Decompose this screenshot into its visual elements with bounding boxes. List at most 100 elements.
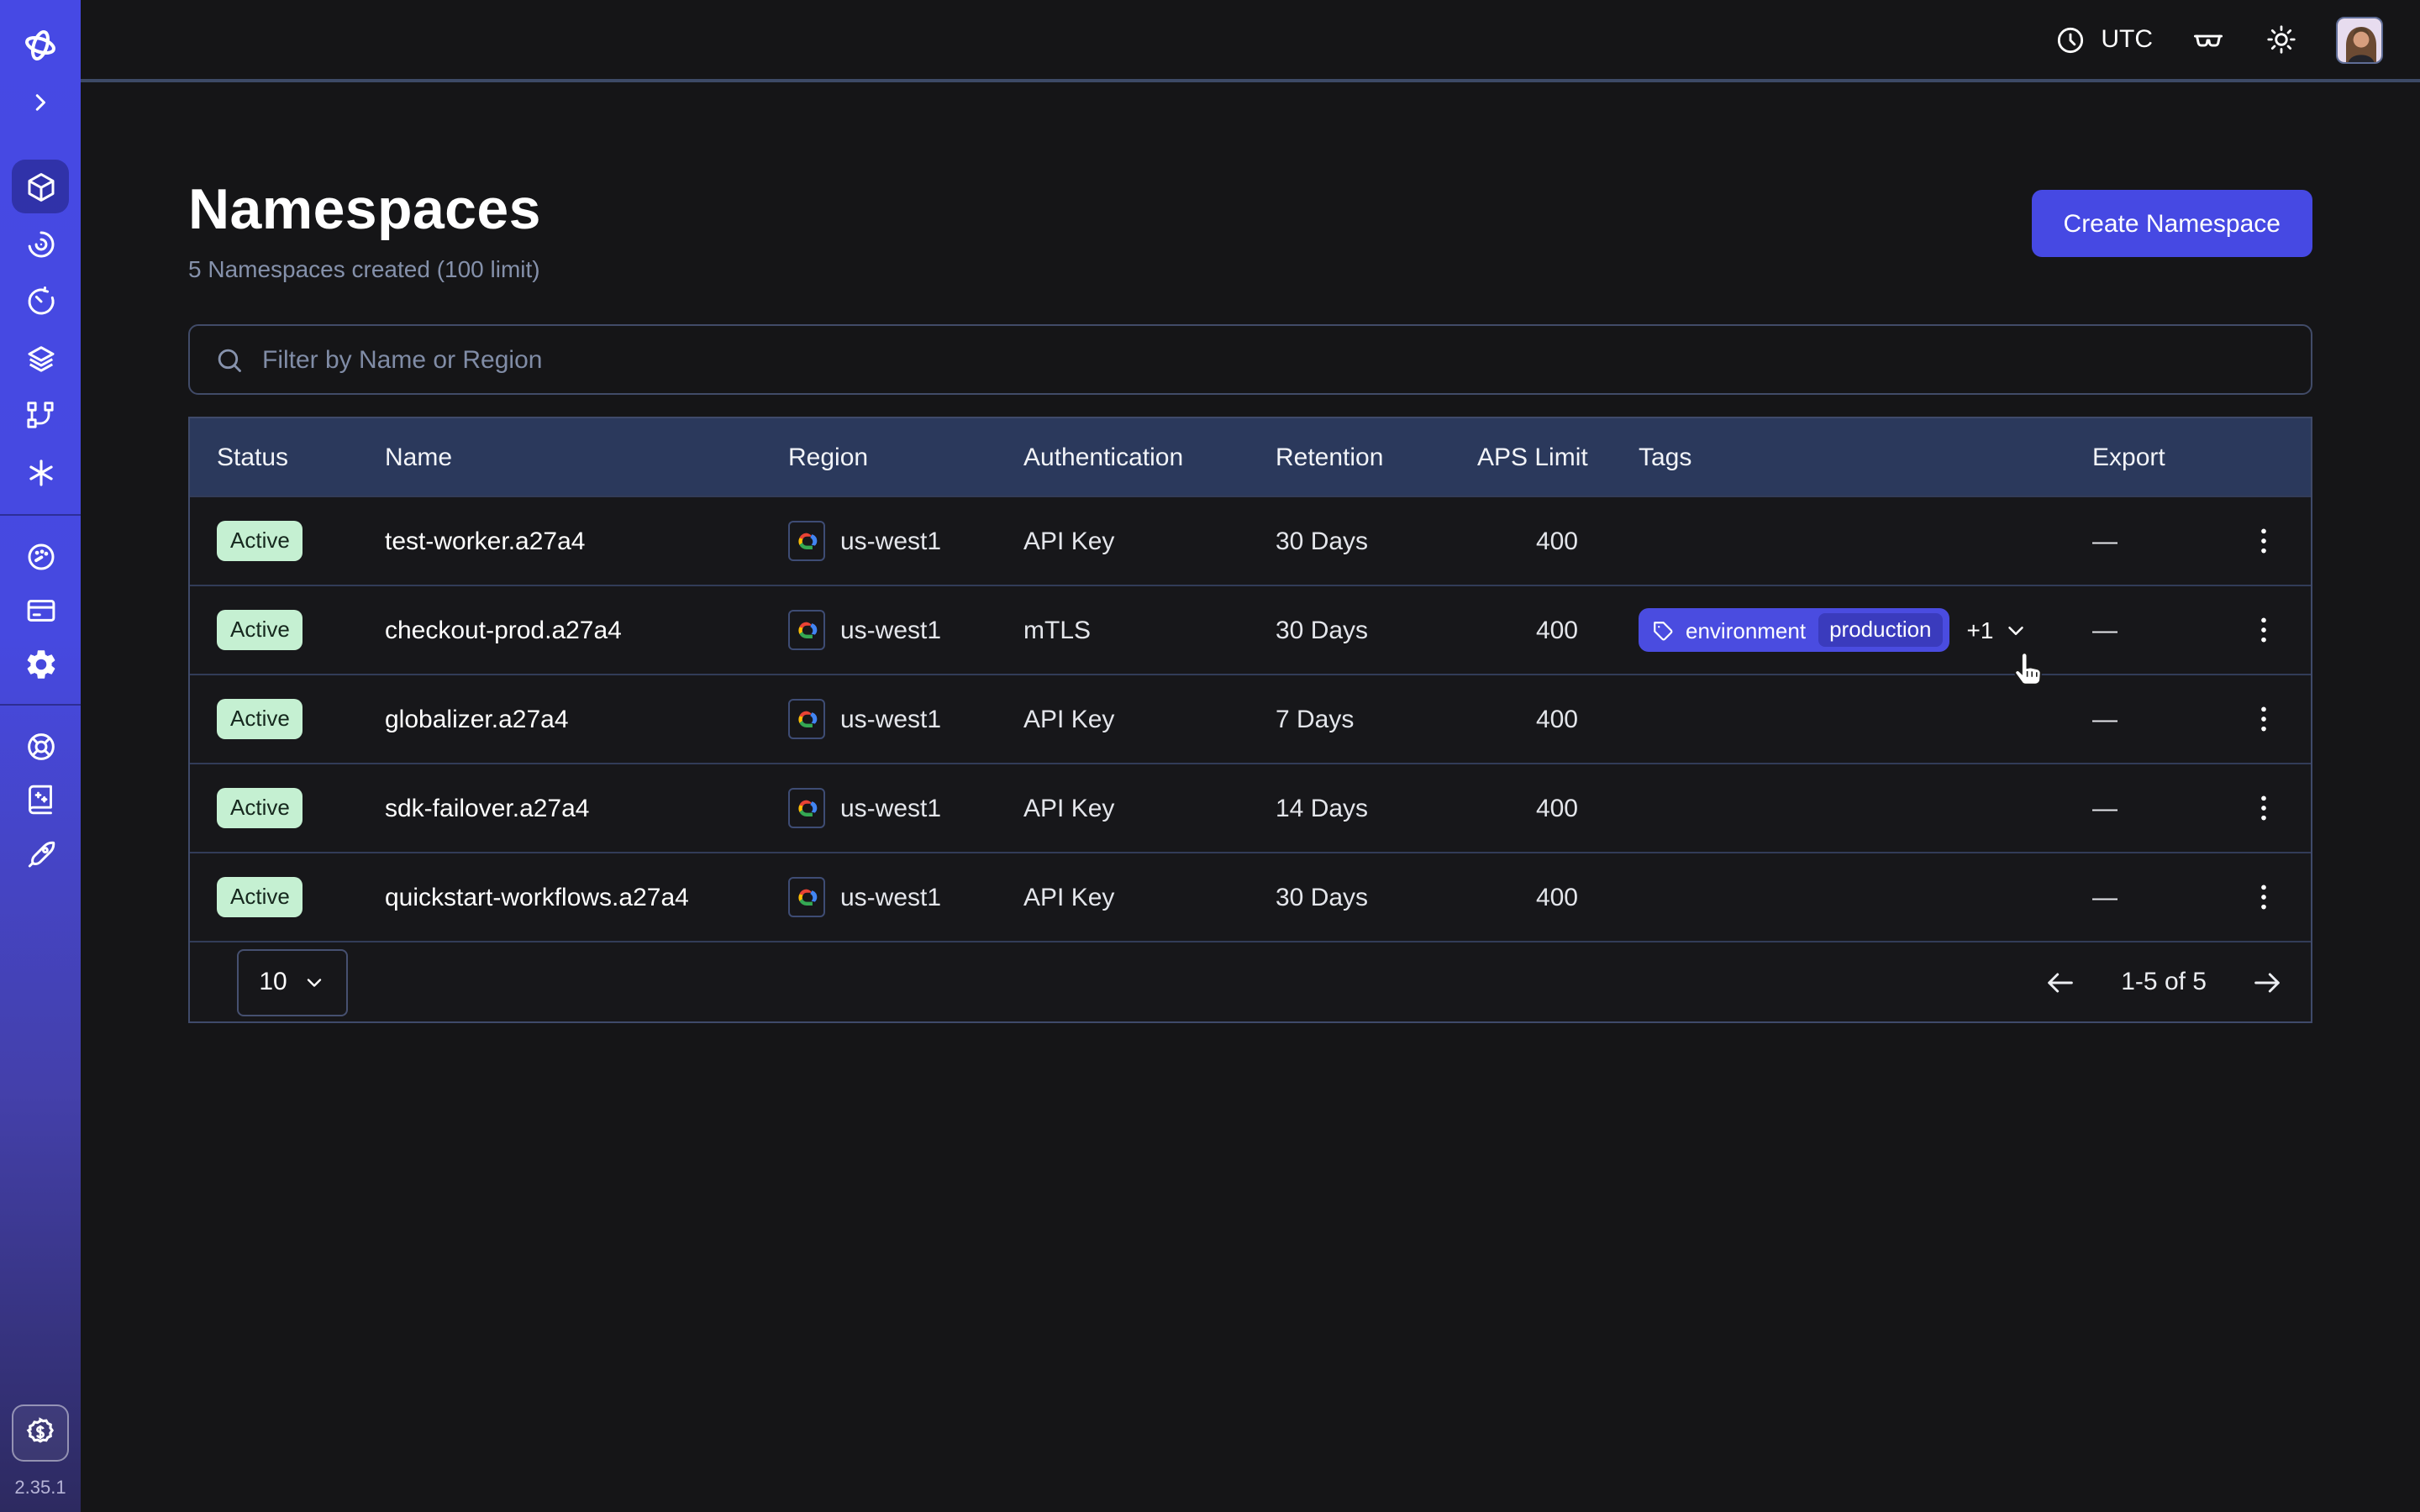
tag-chip[interactable]: environment production (1639, 608, 1950, 652)
col-region: Region (761, 443, 997, 471)
dollar-badge-icon (22, 1415, 59, 1452)
row-menu-button[interactable] (2244, 785, 2284, 832)
branch-icon (24, 398, 57, 432)
row-menu-button[interactable] (2244, 696, 2284, 743)
auth-value: API Key (997, 883, 1249, 911)
chevron-down-icon (2003, 617, 2028, 643)
col-tags: Tags (1612, 443, 2065, 471)
export-value: — (2065, 794, 2217, 822)
create-namespace-button[interactable]: Create Namespace (2032, 190, 2312, 257)
spiral-icon (23, 226, 58, 261)
gcp-icon (788, 521, 825, 561)
sidebar-item-getting-started[interactable] (0, 827, 81, 880)
labs-glasses-button[interactable] (2190, 21, 2227, 58)
sun-icon (2264, 22, 2299, 57)
gear-icon (23, 646, 58, 681)
life-ring-icon (23, 728, 58, 764)
page-size-select[interactable]: 10 (237, 948, 348, 1016)
page-range-label: 1-5 of 5 (2121, 968, 2207, 996)
temporal-logo[interactable] (0, 17, 81, 74)
glasses-icon (2190, 21, 2227, 58)
temporal-logo-icon (20, 25, 60, 66)
kebab-icon (2250, 880, 2277, 914)
tags-cell: environment production +1 (1612, 608, 2065, 652)
timer-icon (23, 283, 58, 318)
arrow-left-icon (2044, 965, 2077, 999)
row-menu-button[interactable] (2244, 606, 2284, 654)
cube-icon (23, 169, 58, 204)
export-value: — (2065, 705, 2217, 733)
auth-value: API Key (997, 527, 1249, 555)
status-badge: Active (217, 610, 303, 650)
namespace-link[interactable]: checkout-prod.a27a4 (385, 616, 622, 644)
region-label: us-west1 (840, 527, 941, 555)
search-icon (213, 344, 245, 375)
region-label: us-west1 (840, 705, 941, 733)
auth-value: API Key (997, 794, 1249, 822)
sidebar-item-nexus[interactable] (0, 386, 81, 444)
table-row: Active checkout-prod.a27a4 us-west1 mTLS… (190, 585, 2311, 674)
sidebar-item-billing[interactable] (0, 583, 81, 637)
arrow-right-icon (2250, 965, 2284, 999)
sidebar-item-monitoring[interactable] (0, 215, 81, 272)
auth-value: API Key (997, 705, 1249, 733)
next-page-button[interactable] (2250, 965, 2284, 999)
namespace-link[interactable]: test-worker.a27a4 (385, 527, 585, 555)
gcp-icon (788, 788, 825, 828)
theme-toggle-button[interactable] (2264, 22, 2299, 57)
pricing-button[interactable] (12, 1404, 69, 1462)
sidebar-item-settings[interactable] (0, 637, 81, 690)
gcp-icon (788, 877, 825, 917)
filter-input[interactable] (262, 345, 2287, 374)
region-label: us-west1 (840, 616, 941, 644)
region-label: us-west1 (840, 794, 941, 822)
row-menu-button[interactable] (2244, 874, 2284, 921)
kebab-icon (2250, 702, 2277, 736)
row-menu-button[interactable] (2244, 517, 2284, 564)
col-name: Name (358, 443, 761, 471)
namespace-link[interactable]: quickstart-workflows.a27a4 (385, 883, 689, 911)
sidebar-item-integrations[interactable] (0, 444, 81, 501)
timezone-selector[interactable]: UTC (2054, 23, 2153, 56)
export-value: — (2065, 883, 2217, 911)
col-export: Export (2065, 443, 2217, 471)
aps-value: 400 (1450, 705, 1612, 733)
tag-key: environment (1686, 617, 1806, 643)
kebab-icon (2250, 613, 2277, 647)
status-badge: Active (217, 877, 303, 917)
user-avatar[interactable] (2336, 16, 2383, 63)
collapse-sidebar-button[interactable] (0, 74, 81, 131)
namespace-link[interactable]: globalizer.a27a4 (385, 705, 569, 733)
sidebar-divider (0, 704, 81, 706)
prev-page-button[interactable] (2044, 965, 2077, 999)
gcp-icon (788, 610, 825, 650)
rocket-icon (23, 836, 58, 871)
sidebar-divider (0, 514, 81, 516)
col-status: Status (190, 443, 358, 471)
gauge-icon (23, 538, 58, 574)
retention-value: 14 Days (1249, 794, 1450, 822)
table-footer: 10 1-5 of 5 (190, 941, 2311, 1021)
sidebar-item-support[interactable] (0, 719, 81, 773)
app-root: 2.35.1 UTC (0, 0, 2420, 1512)
sidebar-item-docs[interactable] (0, 773, 81, 827)
table-row: Active test-worker.a27a4 us-west1 API Ke… (190, 496, 2311, 585)
sidebar-item-usage[interactable] (0, 529, 81, 583)
more-tags-toggle[interactable]: +1 (1967, 617, 2029, 643)
sidebar-item-schedules[interactable] (0, 272, 81, 329)
export-value: — (2065, 616, 2217, 644)
export-value: — (2065, 527, 2217, 555)
namespace-link[interactable]: sdk-failover.a27a4 (385, 794, 590, 822)
app-version: 2.35.1 (14, 1478, 66, 1499)
topbar: UTC (81, 0, 2420, 82)
table-row: Active quickstart-workflows.a27a4 us-wes… (190, 852, 2311, 941)
main-content: Namespaces 5 Namespaces created (100 lim… (81, 82, 2420, 1512)
avatar-image (2338, 18, 2383, 63)
sidebar-item-namespaces[interactable] (0, 158, 81, 215)
namespaces-table: Status Name Region Authentication Retent… (188, 417, 2312, 1023)
sidebar-item-deployments[interactable] (0, 329, 81, 386)
aps-value: 400 (1450, 883, 1612, 911)
status-badge: Active (217, 788, 303, 828)
col-authentication: Authentication (997, 443, 1249, 471)
retention-value: 30 Days (1249, 616, 1450, 644)
